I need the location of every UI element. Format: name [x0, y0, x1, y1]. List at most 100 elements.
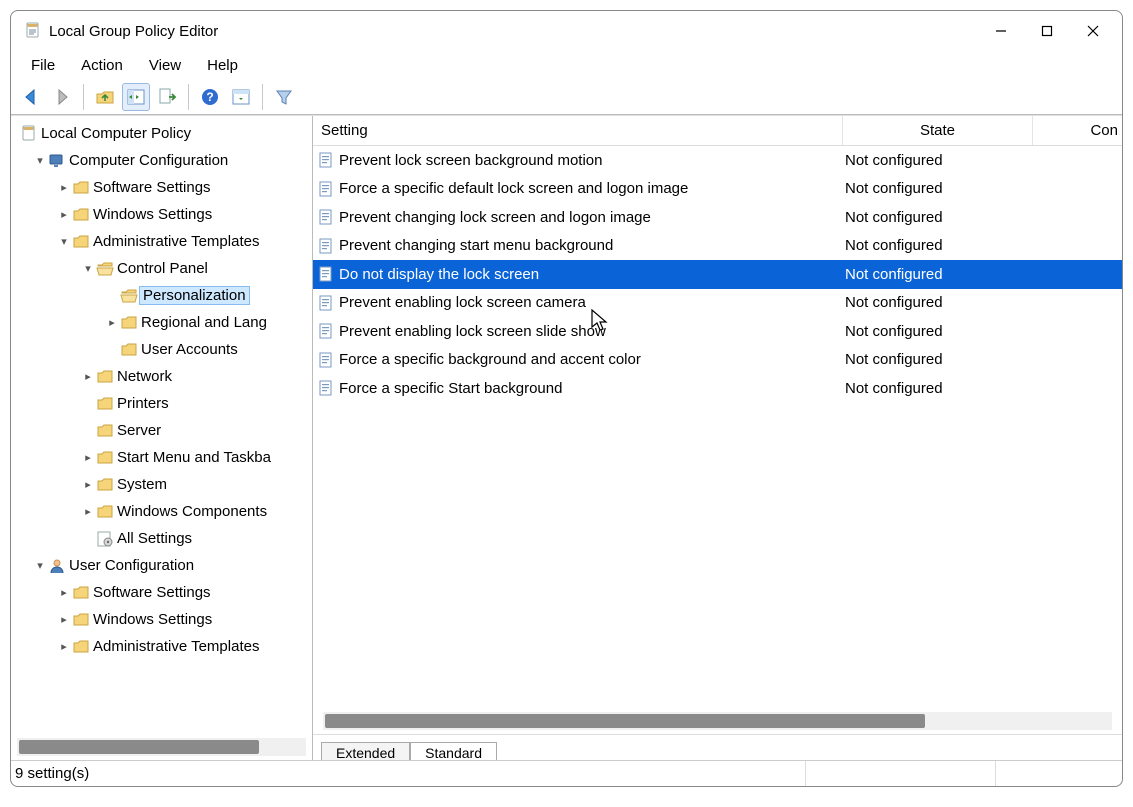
policy-item-icon	[317, 351, 335, 369]
expand-icon[interactable]: ▸	[81, 451, 95, 464]
menu-file[interactable]: File	[19, 55, 67, 76]
tree-windows-settings[interactable]: ▸ Windows Settings	[19, 201, 312, 228]
tree-start-menu[interactable]: ▸ Start Menu and Taskba	[19, 444, 312, 471]
list-row[interactable]: Prevent enabling lock screen slide showN…	[313, 317, 1122, 346]
tree-uc-software-settings[interactable]: ▸ Software Settings	[19, 579, 312, 606]
tab-extended[interactable]: Extended	[321, 742, 410, 760]
list-body[interactable]: Prevent lock screen background motionNot…	[313, 146, 1122, 710]
setting-name: Force a specific Start background	[339, 380, 562, 397]
expand-icon[interactable]: ▸	[105, 316, 119, 329]
user-icon	[47, 557, 67, 575]
policy-item-icon	[317, 151, 335, 169]
tree[interactable]: Local Computer Policy ▾ Computer Configu…	[11, 116, 312, 736]
expand-icon[interactable]: ▸	[57, 181, 71, 194]
body: Local Computer Policy ▾ Computer Configu…	[11, 115, 1122, 760]
forward-button[interactable]	[48, 83, 76, 111]
setting-name: Prevent enabling lock screen camera	[339, 294, 586, 311]
app-icon	[23, 21, 43, 41]
setting-name: Prevent changing start menu background	[339, 237, 613, 254]
menu-view[interactable]: View	[137, 55, 193, 76]
tab-standard[interactable]: Standard	[410, 742, 497, 760]
help-button[interactable]: ?	[196, 83, 224, 111]
tree-windows-components[interactable]: ▸ Windows Components	[19, 498, 312, 525]
folder-icon	[95, 476, 115, 494]
setting-state: Not configured	[843, 266, 1033, 283]
export-list-button[interactable]	[153, 83, 181, 111]
tree-personalization[interactable]: Personalization	[19, 282, 312, 309]
collapse-icon[interactable]: ▾	[57, 235, 71, 248]
statusbar: 9 setting(s)	[11, 760, 1122, 786]
policy-item-icon	[317, 180, 335, 198]
expand-icon[interactable]: ▸	[57, 640, 71, 653]
tree-printers[interactable]: Printers	[19, 390, 312, 417]
list-row[interactable]: Prevent changing lock screen and logon i…	[313, 203, 1122, 232]
tree-root[interactable]: Local Computer Policy	[19, 120, 312, 147]
menu-help[interactable]: Help	[195, 55, 250, 76]
list-row[interactable]: Prevent changing start menu backgroundNo…	[313, 232, 1122, 261]
list-header[interactable]: Setting State Con	[313, 116, 1122, 146]
menu-action[interactable]: Action	[69, 55, 135, 76]
tree-user-configuration[interactable]: ▾ User Configuration	[19, 552, 312, 579]
expand-icon[interactable]: ▸	[57, 613, 71, 626]
tree-system[interactable]: ▸ System	[19, 471, 312, 498]
computer-icon	[47, 152, 67, 170]
setting-name: Force a specific background and accent c…	[339, 351, 641, 368]
minimize-button[interactable]	[978, 15, 1024, 47]
tree-user-accounts[interactable]: User Accounts	[19, 336, 312, 363]
up-folder-button[interactable]	[91, 83, 119, 111]
tree-control-panel[interactable]: ▾ Control Panel	[19, 255, 312, 282]
list-row[interactable]: Force a specific background and accent c…	[313, 346, 1122, 375]
menubar: File Action View Help	[11, 51, 1122, 79]
column-comment[interactable]: Con	[1033, 116, 1122, 145]
list-scrollbar[interactable]	[323, 712, 1112, 730]
tree-computer-configuration[interactable]: ▾ Computer Configuration	[19, 147, 312, 174]
folder-icon	[119, 341, 139, 359]
filter-button[interactable]	[270, 83, 298, 111]
tree-administrative-templates[interactable]: ▾ Administrative Templates	[19, 228, 312, 255]
list-panel: Setting State Con Prevent lock screen ba…	[313, 116, 1122, 760]
tree-panel: Local Computer Policy ▾ Computer Configu…	[11, 116, 313, 760]
list-row[interactable]: Force a specific default lock screen and…	[313, 175, 1122, 204]
folder-icon	[71, 638, 91, 656]
show-hide-action-button[interactable]	[227, 83, 255, 111]
tree-network[interactable]: ▸ Network	[19, 363, 312, 390]
collapse-icon[interactable]: ▾	[81, 262, 95, 275]
show-hide-tree-button[interactable]	[122, 83, 150, 111]
folder-icon	[71, 206, 91, 224]
list-row[interactable]: Prevent enabling lock screen camera Not c…	[313, 289, 1122, 318]
folder-icon	[71, 233, 91, 251]
list-row[interactable]: Force a specific Start backgroundNot con…	[313, 374, 1122, 403]
expand-icon[interactable]: ▸	[81, 478, 95, 491]
close-button[interactable]	[1070, 15, 1116, 47]
toolbar-separator	[262, 84, 263, 110]
column-setting[interactable]: Setting	[313, 116, 843, 145]
tree-regional-lang[interactable]: ▸ Regional and Lang	[19, 309, 312, 336]
window: Local Group Policy Editor File Action Vi…	[10, 10, 1123, 787]
folder-icon	[95, 368, 115, 386]
collapse-icon[interactable]: ▾	[33, 154, 47, 167]
tree-software-settings[interactable]: ▸ Software Settings	[19, 174, 312, 201]
folder-open-icon	[119, 287, 139, 305]
collapse-icon[interactable]: ▾	[33, 559, 47, 572]
tree-scrollbar[interactable]	[17, 738, 306, 756]
folder-icon	[71, 611, 91, 629]
policy-item-icon	[317, 322, 335, 340]
tree-all-settings[interactable]: All Settings	[19, 525, 312, 552]
back-button[interactable]	[17, 83, 45, 111]
tree-uc-windows-settings[interactable]: ▸ Windows Settings	[19, 606, 312, 633]
policy-item-icon	[317, 294, 335, 312]
maximize-button[interactable]	[1024, 15, 1070, 47]
column-state[interactable]: State	[843, 116, 1033, 145]
expand-icon[interactable]: ▸	[81, 505, 95, 518]
list-row[interactable]: Do not display the lock screenNot config…	[313, 260, 1122, 289]
window-title: Local Group Policy Editor	[49, 23, 218, 40]
expand-icon[interactable]: ▸	[57, 208, 71, 221]
expand-icon[interactable]: ▸	[81, 370, 95, 383]
expand-icon[interactable]: ▸	[57, 586, 71, 599]
tree-uc-admin-templates[interactable]: ▸ Administrative Templates	[19, 633, 312, 660]
tree-server[interactable]: Server	[19, 417, 312, 444]
setting-state: Not configured	[843, 294, 1033, 311]
list-row[interactable]: Prevent lock screen background motionNot…	[313, 146, 1122, 175]
setting-state: Not configured	[843, 323, 1033, 340]
policy-item-icon	[317, 237, 335, 255]
